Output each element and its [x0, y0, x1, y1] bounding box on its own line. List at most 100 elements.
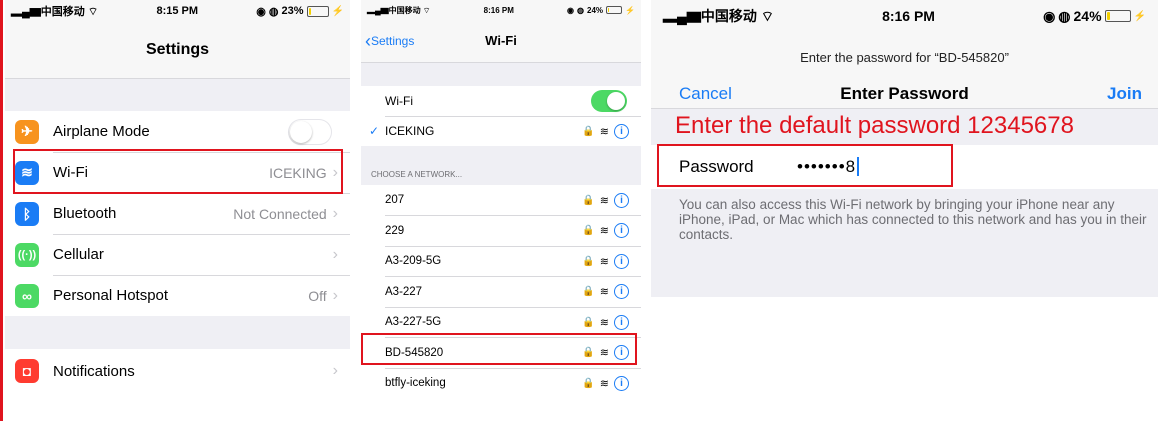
signal-icon: ▂▄▆: [663, 8, 701, 24]
password-prompt: Enter the password for “BD-545820”: [800, 50, 1009, 65]
hotspot-icon: ∞: [15, 283, 39, 308]
lock-icon: 🔒: [582, 225, 595, 236]
password-screen: ▂▄▆中国移动 ⌔ 8:16 PM ◉ ◍ 24% ⚡ Enter the pa…: [651, 0, 1158, 297]
network-name: A3-227-5G: [385, 316, 442, 328]
alarm-icon: ◉: [256, 5, 266, 18]
wifi-status-icon: ⌔: [422, 5, 431, 15]
row-label: Notifications: [53, 362, 135, 380]
carrier-signal: ▂▄▆中国移动 ⌔: [11, 6, 99, 18]
battery-percent: 24%: [1073, 8, 1102, 24]
settings-row-notifications[interactable]: ◘ Notifications ›: [5, 349, 350, 393]
row-label: Personal Hotspot: [53, 287, 169, 304]
wifi-row-highlight: [13, 149, 343, 194]
info-icon[interactable]: i: [614, 192, 629, 208]
page-title: Wi-Fi: [485, 33, 517, 48]
chevron-right-icon: ›: [332, 362, 338, 379]
wifi-screen: ▂▄▆中国移动 ⌔ 8:16 PM ◉ ◍ 24% ⚡ ‹Settings Wi…: [361, 0, 641, 400]
settings-row-cellular[interactable]: ((·)) Cellular ›: [5, 234, 350, 275]
network-list: 207 🔒 ≋ i 229 🔒 ≋ i A3-209-5G 🔒 ≋ i A3-227 🔒 ≋ i A3-227-…: [361, 185, 641, 400]
row-value: Not Connected: [233, 205, 327, 222]
info-icon[interactable]: i: [614, 314, 629, 330]
network-row[interactable]: 229 🔒 ≋ i: [361, 216, 641, 246]
status-bar: ▂▄▆中国移动 ⌔ 8:16 PM ◉ ◍ 24% ⚡: [651, 0, 1158, 32]
lock-icon: 🔒: [582, 316, 595, 328]
network-name: btfly-iceking: [385, 377, 446, 389]
cellular-icon: ((·)): [15, 242, 39, 267]
wifi-signal-icon: ≋: [599, 377, 609, 390]
lock-icon: 🔒: [582, 255, 595, 267]
checkmark-icon: ✓: [369, 124, 380, 138]
info-icon[interactable]: i: [614, 284, 629, 299]
info-icon[interactable]: i: [614, 375, 629, 391]
wifi-status-icon: ⌔: [760, 8, 774, 24]
status-bar: ▂▄▆中国移动 ⌔ 8:15 PM ◉ ◍ 23% ⚡: [5, 0, 350, 22]
network-row[interactable]: btfly-iceking 🔒 ≋ i: [361, 368, 641, 398]
network-highlight: [361, 333, 637, 365]
settings-row-airplane[interactable]: ✈ Airplane Mode: [5, 111, 350, 152]
wifi-signal-icon: ≋: [599, 255, 609, 268]
settings-group: ✈ Airplane Mode ≋ Wi-Fi ICEKING › ᛒ Blue…: [5, 111, 350, 316]
lock-rotation-icon: ◍: [577, 5, 585, 15]
charging-icon: ⚡: [331, 5, 344, 17]
bluetooth-icon: ᛒ: [15, 201, 39, 226]
lock-icon: 🔒: [582, 125, 595, 137]
charging-icon: ⚡: [1133, 10, 1146, 22]
carrier-signal: ▂▄▆中国移动 ⌔: [663, 8, 774, 24]
signal-icon: ▂▄▆: [11, 6, 41, 18]
battery-icon: [1104, 10, 1131, 22]
airplane-icon: ✈: [15, 119, 39, 144]
charging-icon: ⚡: [625, 5, 635, 15]
battery-percent: 23%: [281, 5, 304, 17]
connected-network-row[interactable]: ✓ ICEKING 🔒 ≋ i: [361, 116, 641, 146]
lock-icon: 🔒: [582, 377, 595, 389]
wifi-signal-icon: ≋: [599, 225, 609, 237]
info-icon[interactable]: i: [614, 223, 629, 238]
status-time: 8:15 PM: [156, 5, 199, 17]
row-label: Bluetooth: [53, 205, 117, 222]
network-row[interactable]: 207 🔒 ≋ i: [361, 185, 641, 215]
network-name: 207: [385, 194, 405, 206]
status-time: 8:16 PM: [483, 5, 514, 15]
info-icon[interactable]: i: [614, 253, 629, 269]
airplane-mode-toggle[interactable]: [288, 118, 332, 145]
settings-row-hotspot[interactable]: ∞ Personal Hotspot Off ›: [5, 275, 350, 316]
chevron-right-icon: ›: [332, 245, 338, 263]
wifi-label: Wi-Fi: [385, 94, 413, 108]
section-header: CHOOSE A NETWORK...: [371, 170, 463, 179]
chevron-right-icon: ›: [332, 204, 338, 222]
settings-row-bluetooth[interactable]: ᛒ Bluetooth Not Connected ›: [5, 193, 350, 234]
network-row[interactable]: A3-227 🔒 ≋ i: [361, 277, 641, 307]
network-name: A3-209-5G: [385, 255, 442, 267]
info-icon[interactable]: i: [614, 123, 629, 139]
network-name: 229: [385, 224, 405, 237]
wifi-signal-icon: ≋: [599, 194, 609, 207]
notifications-icon: ◘: [15, 359, 39, 383]
back-button[interactable]: ‹Settings: [365, 20, 414, 62]
wifi-signal-icon: ≋: [599, 125, 609, 138]
chevron-right-icon: ›: [332, 286, 338, 304]
battery-icon: [606, 6, 623, 14]
left-red-edge: [0, 0, 3, 421]
wifi-toggle-group: Wi-Fi ✓ ICEKING 🔒 ≋ i: [361, 86, 641, 146]
lock-rotation-icon: ◍: [1058, 7, 1071, 24]
network-name: A3-227: [385, 285, 423, 298]
row-label: Airplane Mode: [53, 123, 150, 140]
join-button[interactable]: Join: [1107, 84, 1142, 104]
wifi-signal-icon: ≋: [599, 286, 609, 298]
alarm-icon: ◉: [567, 5, 575, 15]
password-footer-note: You can also access this Wi-Fi network b…: [679, 197, 1147, 242]
row-value: Off: [308, 287, 327, 304]
nav-bar: Enter the password for “BD-545820” Cance…: [651, 32, 1158, 108]
wifi-toggle-row: Wi-Fi: [361, 86, 641, 116]
carrier-signal: ▂▄▆中国移动 ⌔: [367, 5, 431, 15]
wifi-status-icon: ⌔: [87, 6, 99, 18]
default-password-annotation: Enter the default password 12345678: [675, 112, 1074, 139]
page-title: Settings: [5, 22, 350, 78]
page-title: Enter Password: [840, 84, 969, 103]
battery-percent: 24%: [587, 5, 604, 15]
password-highlight: [657, 144, 953, 187]
network-row[interactable]: A3-209-5G 🔒 ≋ i: [361, 246, 641, 276]
status-time: 8:16 PM: [882, 8, 935, 24]
wifi-toggle[interactable]: [591, 90, 627, 112]
lock-rotation-icon: ◍: [268, 5, 279, 18]
